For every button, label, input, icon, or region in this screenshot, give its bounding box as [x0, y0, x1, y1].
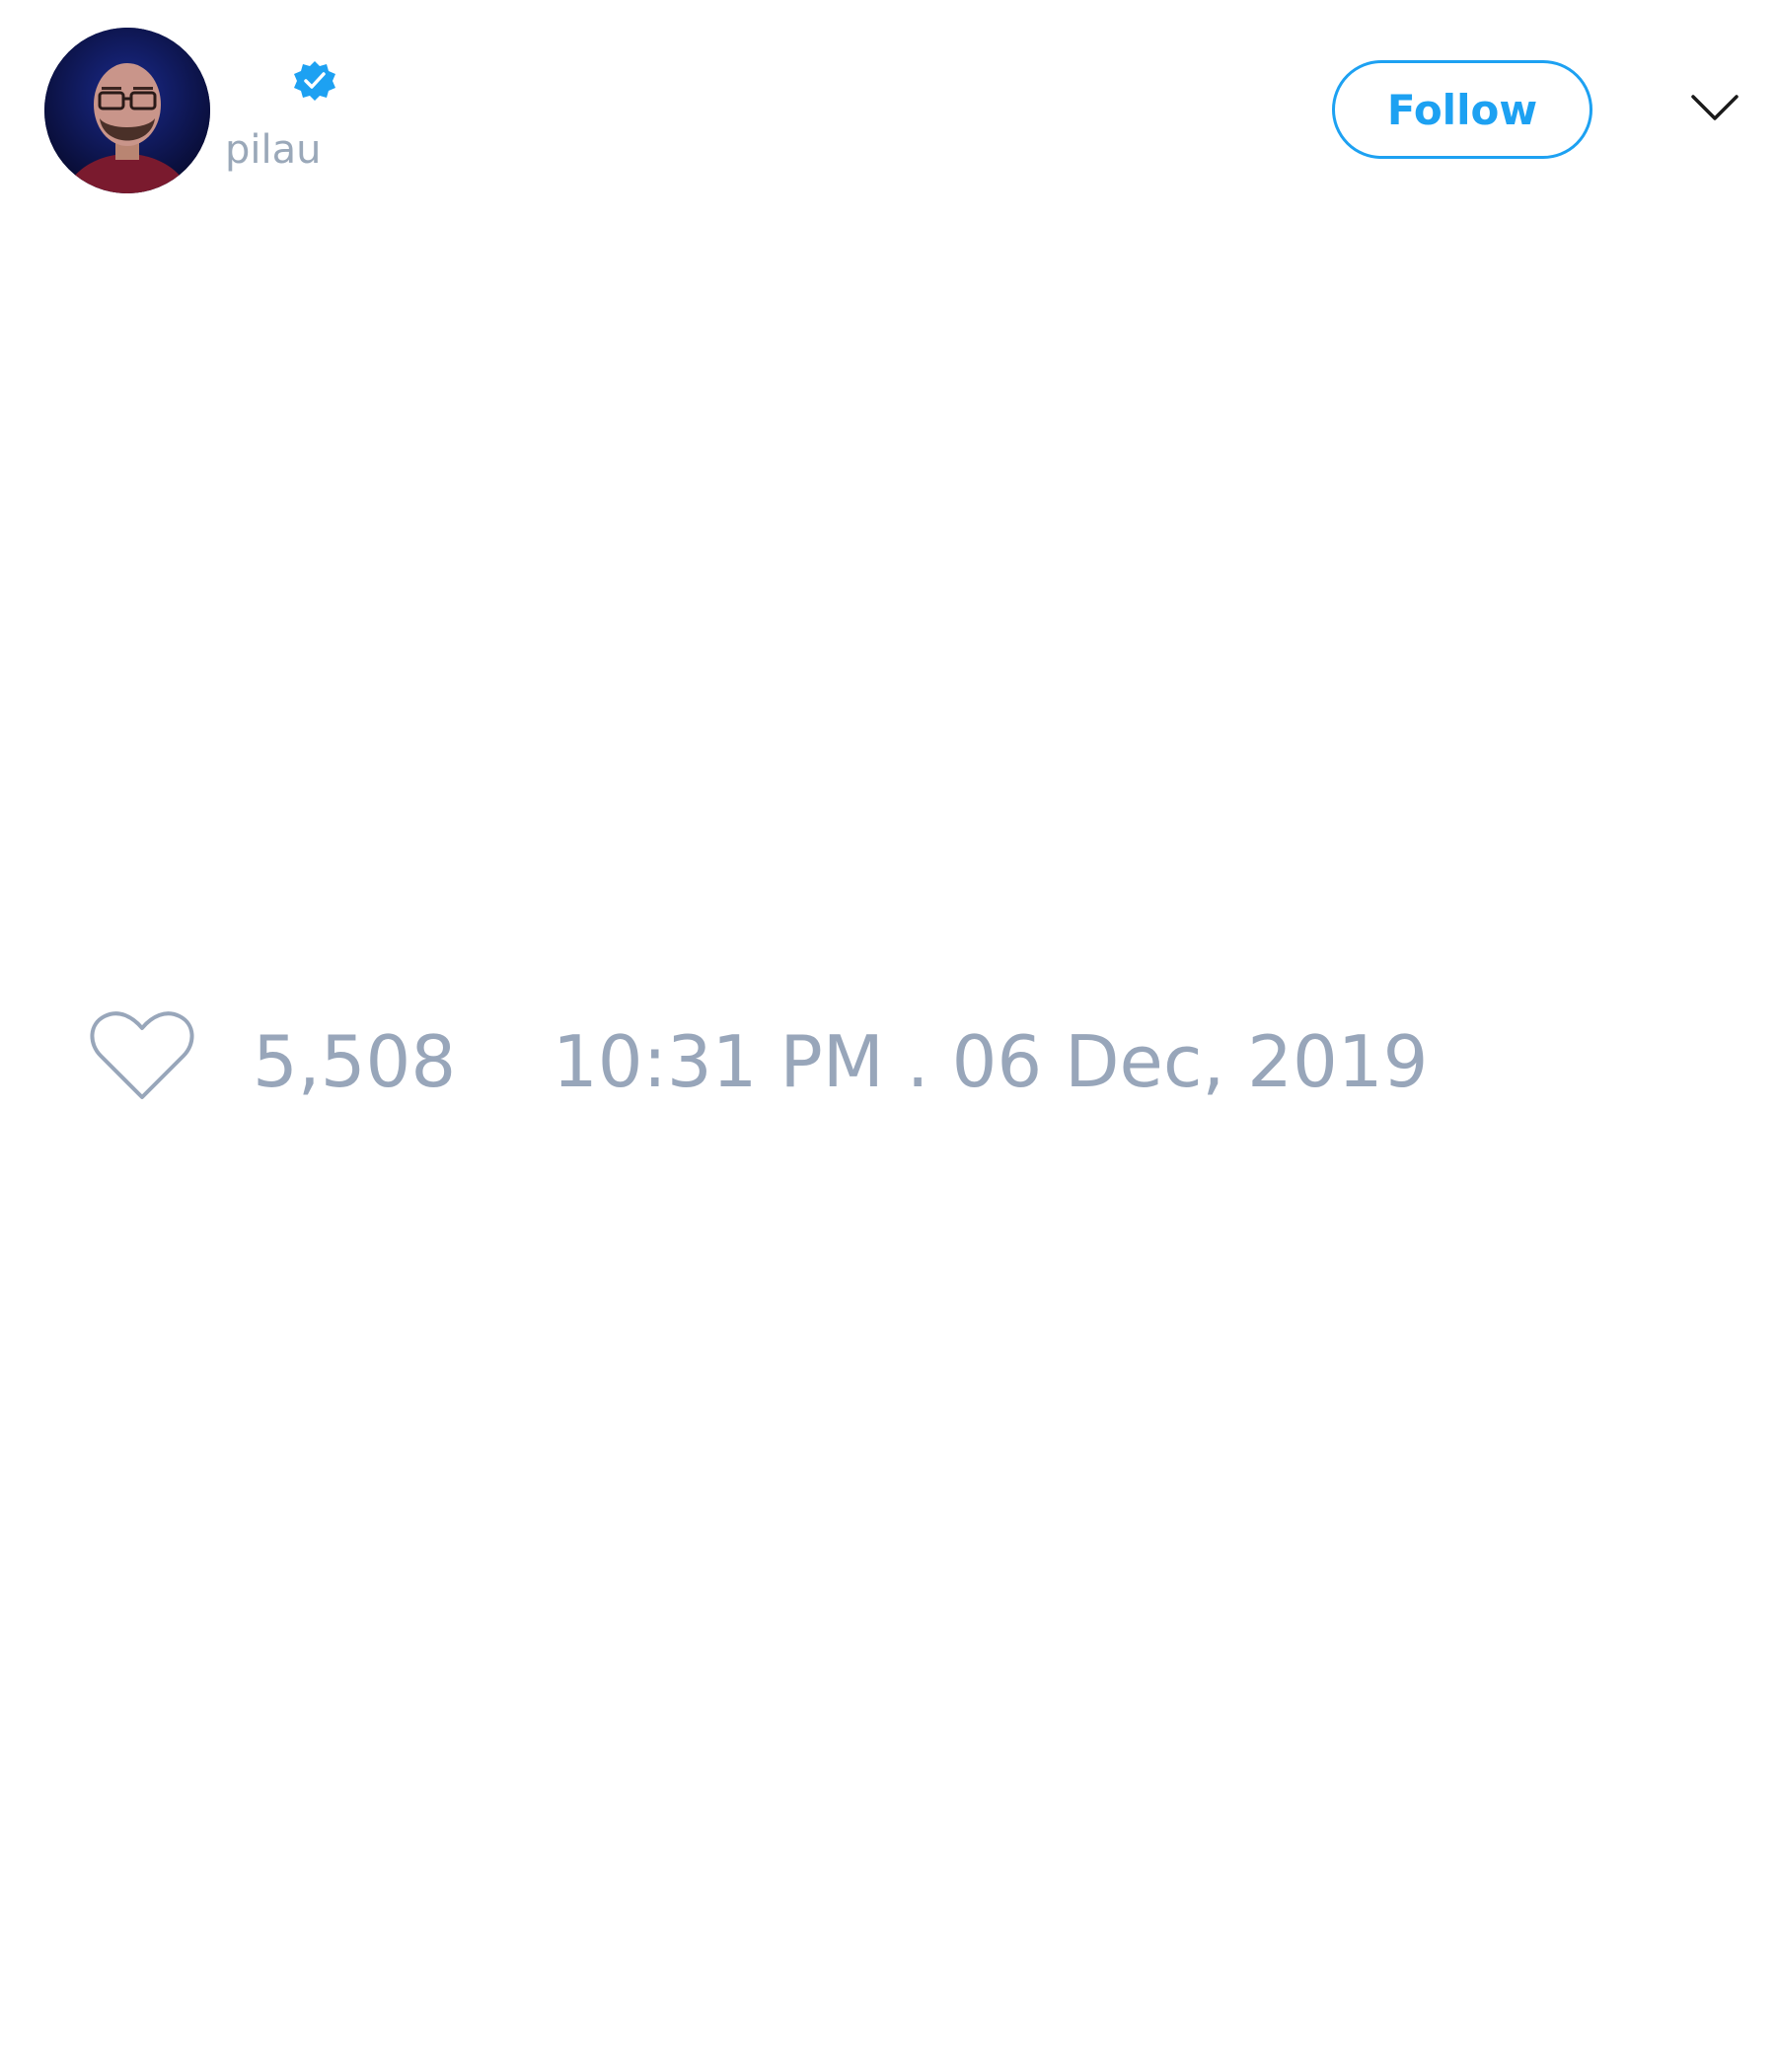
avatar-image [44, 28, 210, 193]
verified-badge-icon [292, 59, 337, 105]
follow-button[interactable]: Follow [1332, 60, 1592, 159]
chevron-down-icon[interactable] [1689, 89, 1740, 128]
tweet-card: pilau Follow 5,508 10:31 PM . 06 Dec, 20… [0, 0, 1776, 2072]
heart-icon[interactable] [87, 1006, 197, 1105]
screen-name[interactable]: pilau [225, 126, 321, 174]
tweet-footer: 5,508 10:31 PM . 06 Dec, 2019 [0, 1006, 1776, 1115]
tweet-timestamp[interactable]: 10:31 PM . 06 Dec, 2019 [553, 1020, 1428, 1103]
like-count: 5,508 [253, 1020, 457, 1103]
avatar[interactable] [44, 28, 210, 193]
tweet-media-area [0, 217, 1776, 987]
